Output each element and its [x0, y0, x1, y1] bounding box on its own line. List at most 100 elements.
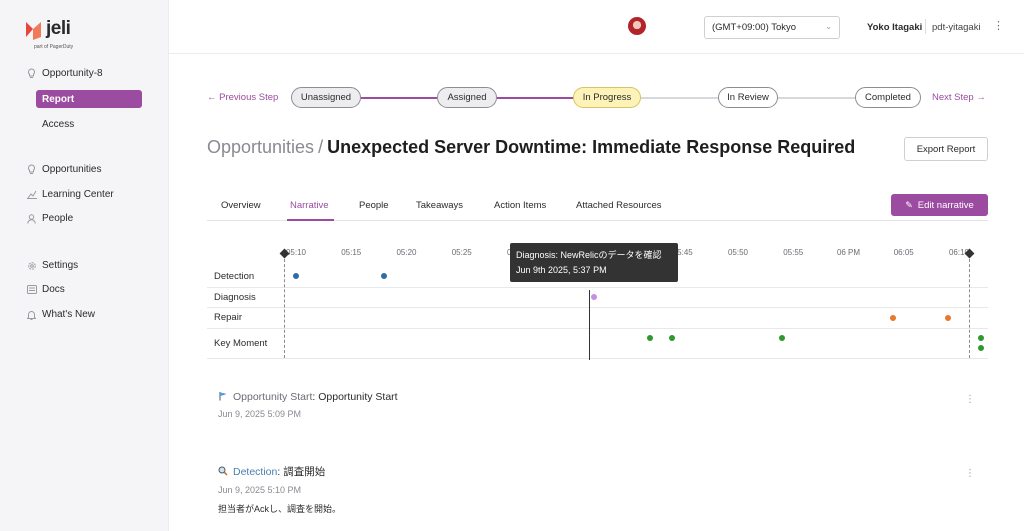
- top-bar: (GMT+09:00) Tokyo ⌄ Yoko Itagaki pdt-yit…: [169, 0, 1024, 54]
- event-type[interactable]: Detection: [233, 466, 277, 478]
- event-timeline[interactable]: Detection Diagnosis Repair Key Moment 05…: [207, 240, 988, 365]
- user-handle[interactable]: pdt-yitagaki: [932, 22, 981, 33]
- avatar[interactable]: [628, 17, 646, 35]
- step-assigned[interactable]: Assigned: [437, 87, 497, 108]
- step-connector: [778, 97, 855, 99]
- chart-icon: [26, 189, 37, 200]
- timeline-event-dot[interactable]: [978, 345, 985, 351]
- step-in-review[interactable]: In Review: [718, 87, 778, 108]
- event-type: Opportunity Start: [233, 391, 313, 403]
- tab-action-items[interactable]: Action Items: [494, 200, 546, 211]
- next-step-link[interactable]: Next Step →: [932, 92, 986, 103]
- opportunity-title: Unexpected Server Downtime: Immediate Re…: [327, 137, 856, 157]
- sidebar-item-label: Docs: [42, 284, 65, 295]
- sidebar-item-settings[interactable]: Settings: [26, 260, 78, 271]
- more-options-icon[interactable]: ⋮: [993, 19, 1004, 32]
- timeline-event-dot[interactable]: [591, 294, 598, 300]
- step-in-progress[interactable]: In Progress: [573, 87, 641, 108]
- bulb-icon: [26, 164, 37, 175]
- event-title: 調査開始: [283, 466, 326, 478]
- timeline-tick-label: 06:05: [893, 248, 914, 257]
- tooltip-title: Diagnosis: NewRelicのデータを確認: [516, 250, 662, 260]
- event-time: Jun 9, 2025 5:09 PM: [218, 409, 302, 419]
- previous-step-link[interactable]: ← Previous Step: [207, 92, 278, 103]
- tab-narrative[interactable]: Narrative: [290, 200, 329, 211]
- sidebar-item-learning-center[interactable]: Learning Center: [26, 189, 114, 200]
- edit-narrative-button[interactable]: ✎ Edit narrative: [891, 194, 988, 216]
- step-connector: [640, 97, 719, 99]
- timeline-event-dot[interactable]: [978, 335, 985, 341]
- tab-attached-resources[interactable]: Attached Resources: [576, 200, 662, 211]
- sidebar-item-label: Learning Center: [42, 189, 114, 200]
- magnifier-icon: [218, 466, 228, 478]
- timeline-event-dot[interactable]: [381, 273, 388, 279]
- tab-overview[interactable]: Overview: [221, 200, 261, 211]
- timeline-row-label-key-moment: Key Moment: [214, 338, 268, 349]
- timeline-tick-label: 06 PM: [836, 248, 861, 257]
- tab-takeaways[interactable]: Takeaways: [416, 200, 463, 211]
- breadcrumb-opportunities[interactable]: Opportunities: [207, 137, 314, 157]
- sidebar-item-label: Opportunities: [42, 164, 102, 175]
- sidebar: jeli part of PagerDuty Opportunity-8 Rep…: [0, 0, 169, 531]
- timeline-event-dot[interactable]: [668, 335, 675, 341]
- timeline-event-dot[interactable]: [944, 315, 951, 321]
- event-title: Opportunity Start: [318, 391, 398, 403]
- narrative-event[interactable]: Opportunity Start: Opportunity Start Jun…: [218, 391, 398, 419]
- timeline-tick-label: 05:50: [727, 248, 749, 257]
- timeline-row-label-repair: Repair: [214, 312, 242, 323]
- pencil-icon: ✎: [905, 199, 913, 210]
- sidebar-item-label: What's New: [42, 309, 96, 320]
- sidebar-item-access[interactable]: Access: [36, 115, 142, 133]
- step-connector: [497, 97, 574, 99]
- timeline-event-dot[interactable]: [779, 335, 786, 341]
- flag-icon: [218, 391, 228, 403]
- tab-people[interactable]: People: [359, 200, 389, 211]
- active-tab-indicator: [287, 219, 334, 221]
- timeline-event-dot[interactable]: [646, 335, 653, 341]
- jeli-logo[interactable]: jeli: [24, 18, 71, 41]
- user-name[interactable]: Yoko Itagaki: [867, 22, 922, 33]
- timeline-row-divider: [207, 328, 988, 329]
- page-title: Opportunities / Unexpected Server Downtime…: [207, 137, 855, 158]
- step-completed[interactable]: Completed: [855, 87, 921, 108]
- sidebar-item-label: Opportunity-8: [42, 68, 103, 79]
- event-time: Jun 9, 2025 5:10 PM: [218, 485, 302, 495]
- timeline-tick-label: 05:55: [783, 248, 804, 257]
- divider: [925, 19, 926, 34]
- step-connector: [361, 97, 437, 99]
- sidebar-item-label: People: [42, 213, 74, 224]
- timezone-select[interactable]: (GMT+09:00) Tokyo ⌄: [704, 16, 840, 39]
- brand-tagline: part of PagerDuty: [34, 44, 74, 50]
- timeline-row-divider: [207, 358, 988, 359]
- narrative-event[interactable]: Detection: 調査開始 Jun 9, 2025 5:10 PM 担当者が…: [218, 464, 341, 515]
- sidebar-item-report[interactable]: Report: [36, 90, 142, 108]
- event-more-options-icon[interactable]: ⋮: [965, 394, 975, 405]
- timeline-event-dot[interactable]: [293, 273, 299, 279]
- timeline-row-label-diagnosis: Diagnosis: [214, 292, 256, 303]
- timeline-tick-label: 05:15: [341, 248, 362, 257]
- timeline-tick-label: 05:25: [451, 248, 472, 257]
- sidebar-item-whats-new[interactable]: What's New: [26, 309, 95, 320]
- brand-name: jeli: [46, 18, 71, 39]
- sidebar-item-opportunity[interactable]: Opportunity-8: [26, 68, 103, 79]
- timeline-tick-label: 05:20: [396, 248, 417, 257]
- export-report-button[interactable]: Export Report: [904, 137, 988, 161]
- step-unassigned[interactable]: Unassigned: [291, 87, 361, 108]
- timeline-row-label-detection: Detection: [214, 271, 255, 282]
- timeline-hover-line: [589, 290, 590, 360]
- bulb-icon: [26, 68, 37, 79]
- sidebar-item-opportunities[interactable]: Opportunities: [26, 164, 101, 175]
- event-more-options-icon[interactable]: ⋮: [965, 468, 975, 479]
- breadcrumb-separator: /: [318, 137, 324, 157]
- sidebar-item-docs[interactable]: Docs: [26, 284, 65, 295]
- event-description: 担当者がAckし、調査を開始。: [218, 504, 342, 514]
- edit-narrative-label: Edit narrative: [917, 199, 974, 211]
- timeline-row-divider: [207, 307, 988, 308]
- person-icon: [26, 213, 37, 224]
- sidebar-item-label: Settings: [42, 260, 79, 271]
- sidebar-item-people[interactable]: People: [26, 213, 73, 224]
- timeline-event-dot[interactable]: [889, 315, 896, 321]
- timeline-start-marker: [284, 254, 285, 358]
- jeli-logo-icon: [26, 22, 41, 40]
- tooltip-time: Jun 9th 2025, 5:37 PM: [516, 265, 607, 275]
